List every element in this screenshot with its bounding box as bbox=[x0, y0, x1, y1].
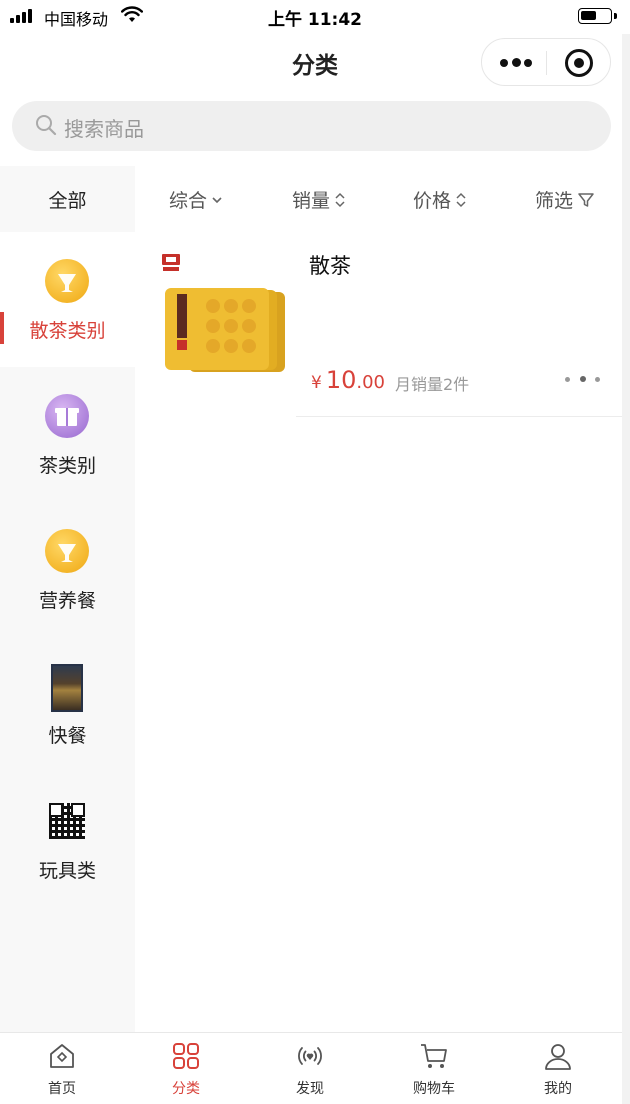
close-target-icon[interactable] bbox=[565, 49, 593, 77]
sort-bar: 综合 销量 价格 筛选 bbox=[135, 166, 622, 230]
mini-program-capsule bbox=[481, 38, 611, 86]
category-grid-icon bbox=[173, 1043, 199, 1069]
search-placeholder: 搜索商品 bbox=[64, 117, 144, 141]
sidebar-item-fast-food[interactable]: 快餐 bbox=[0, 637, 135, 772]
tab-label: 发现 bbox=[296, 1081, 324, 1097]
sidebar-item-label: 营养餐 bbox=[38, 590, 96, 612]
tab-discover[interactable]: 发现 bbox=[248, 1033, 372, 1104]
currency-symbol: ¥ bbox=[311, 373, 322, 393]
clock: 上午 11:42 bbox=[267, 10, 363, 30]
sort-updown-icon bbox=[335, 192, 345, 207]
sidebar-item-label: 快餐 bbox=[48, 725, 87, 747]
sidebar-item-label: 玩具类 bbox=[38, 860, 96, 882]
qr-code-icon bbox=[45, 799, 89, 843]
product-card[interactable]: 散茶 ¥ 10 .00 月销量2件 bbox=[135, 232, 622, 418]
sidebar-item-label: 散茶类别 bbox=[29, 320, 106, 342]
status-bar: 中国移动 上午 11:42 bbox=[0, 0, 630, 34]
sort-comprehensive[interactable]: 综合 bbox=[169, 186, 223, 213]
tab-category[interactable]: 分类 bbox=[124, 1033, 248, 1104]
battery-tip bbox=[614, 13, 617, 19]
chevron-down-icon bbox=[212, 196, 222, 203]
sort-filter[interactable]: 筛选 bbox=[535, 186, 595, 213]
sort-sales[interactable]: 销量 bbox=[292, 186, 346, 213]
tab-profile[interactable]: 我的 bbox=[496, 1033, 620, 1104]
tab-label: 我的 bbox=[544, 1081, 572, 1097]
category-sidebar: 全部 散茶类别 茶类别 营养餐 快餐 玩具类 bbox=[0, 166, 135, 1032]
sort-label: 销量 bbox=[292, 190, 331, 212]
sort-updown-icon bbox=[456, 192, 466, 207]
gift-icon bbox=[45, 394, 89, 438]
sidebar-item-loose-tea[interactable]: 散茶类别 bbox=[0, 232, 135, 367]
more-icon[interactable] bbox=[500, 58, 532, 68]
sidebar-item-nutrition-meal[interactable]: 营养餐 bbox=[0, 502, 135, 637]
home-icon bbox=[50, 1044, 74, 1068]
product-name: 散茶 bbox=[309, 254, 351, 278]
price-integer: 10 bbox=[325, 366, 357, 394]
golden-cup-icon bbox=[45, 259, 89, 303]
price-decimal: .00 bbox=[356, 372, 386, 393]
sidebar-item-tea[interactable]: 茶类别 bbox=[0, 367, 135, 502]
discover-icon bbox=[298, 1047, 322, 1065]
user-icon bbox=[545, 1044, 571, 1070]
sidebar-item-toys[interactable]: 玩具类 bbox=[0, 772, 135, 907]
search-icon bbox=[36, 115, 57, 136]
sort-label: 筛选 bbox=[535, 190, 574, 212]
sort-label: 价格 bbox=[413, 190, 452, 212]
tab-label: 购物车 bbox=[413, 1081, 455, 1097]
sidebar-item-label: 茶类别 bbox=[38, 455, 96, 477]
tab-label: 分类 bbox=[172, 1081, 200, 1097]
tab-home[interactable]: 首页 bbox=[0, 1033, 124, 1104]
restaurant-photo-icon bbox=[45, 664, 89, 712]
sort-label: 综合 bbox=[169, 190, 208, 212]
battery-icon bbox=[578, 8, 612, 24]
search-input[interactable]: 搜索商品 bbox=[12, 101, 611, 151]
nav-bar: 分类 bbox=[0, 34, 630, 90]
capsule-divider bbox=[546, 51, 547, 75]
sidebar-item-all[interactable]: 全部 bbox=[0, 166, 135, 232]
scrollbar-track bbox=[622, 34, 630, 1104]
tea-package-image bbox=[165, 288, 285, 372]
cart-icon bbox=[421, 1044, 447, 1068]
golden-cup-icon bbox=[45, 529, 89, 573]
filter-icon bbox=[578, 192, 594, 207]
product-price: ¥ 10 .00 bbox=[311, 366, 385, 394]
divider bbox=[296, 416, 622, 417]
tab-cart[interactable]: 购物车 bbox=[372, 1033, 496, 1104]
sort-price[interactable]: 价格 bbox=[413, 186, 467, 213]
tab-label: 首页 bbox=[48, 1081, 76, 1097]
tab-bar: 首页 分类 发现 购物车 我的 bbox=[0, 1032, 622, 1104]
brand-logo-icon bbox=[162, 254, 180, 271]
product-image bbox=[155, 252, 287, 392]
monthly-sales: 月销量2件 bbox=[395, 375, 470, 394]
more-dots-icon[interactable] bbox=[565, 376, 603, 384]
